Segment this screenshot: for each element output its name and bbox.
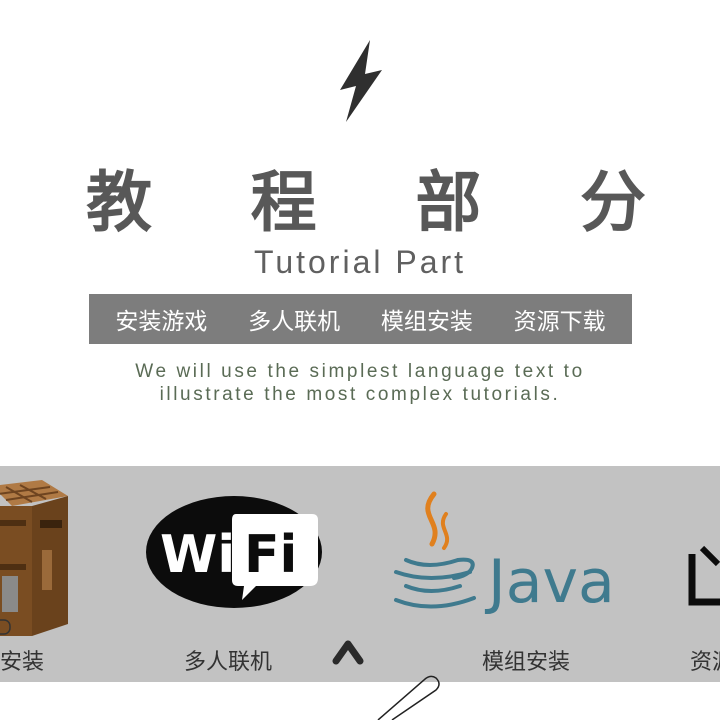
carousel-label-multiplayer[interactable]: 多人联机	[184, 644, 272, 676]
carousel-label-resources[interactable]: 资源	[690, 644, 720, 676]
carousel-label-install[interactable]: 安装	[0, 644, 44, 676]
wifi-fi-text: Fi	[244, 525, 297, 585]
up-arrow-icon[interactable]	[332, 636, 364, 666]
tutorial-carousel: 安装 Wi Fi 多人联机 Java 模组安装 资源	[0, 466, 720, 682]
nav-multiplayer[interactable]: 多人联机	[248, 302, 340, 336]
title-char: 程	[250, 164, 317, 241]
description-line: We will use the simplest language text t…	[135, 361, 585, 382]
java-logo-text: Java	[484, 547, 615, 617]
decorative-line	[377, 675, 440, 720]
description-line: illustrate the most complex tutorials.	[159, 384, 561, 405]
wifi-wi-text: Wi	[160, 525, 235, 585]
nav-mod-install[interactable]: 模组安装	[381, 302, 473, 336]
nav-install-game[interactable]: 安装游戏	[115, 302, 207, 336]
description: We will use the simplest language text t…	[0, 360, 720, 406]
download-icon[interactable]	[688, 544, 720, 606]
tutorial-nav: 安装游戏 多人联机 模组安装 资源下载	[89, 294, 632, 344]
wifi-logo-icon[interactable]: Wi Fi	[144, 494, 324, 618]
nav-resource-download[interactable]: 资源下载	[514, 302, 606, 336]
title-char: 分	[579, 164, 646, 241]
crafting-table-icon[interactable]	[0, 480, 72, 640]
lightning-icon	[340, 40, 382, 122]
title-char: 教	[86, 164, 152, 241]
page-title: 教 程 部 分	[86, 170, 646, 236]
java-logo-icon[interactable]: Java	[388, 488, 618, 638]
page-subtitle: Tutorial Part	[253, 244, 467, 280]
carousel-label-mod-install[interactable]: 模组安装	[482, 644, 570, 676]
title-char: 部	[415, 164, 482, 241]
